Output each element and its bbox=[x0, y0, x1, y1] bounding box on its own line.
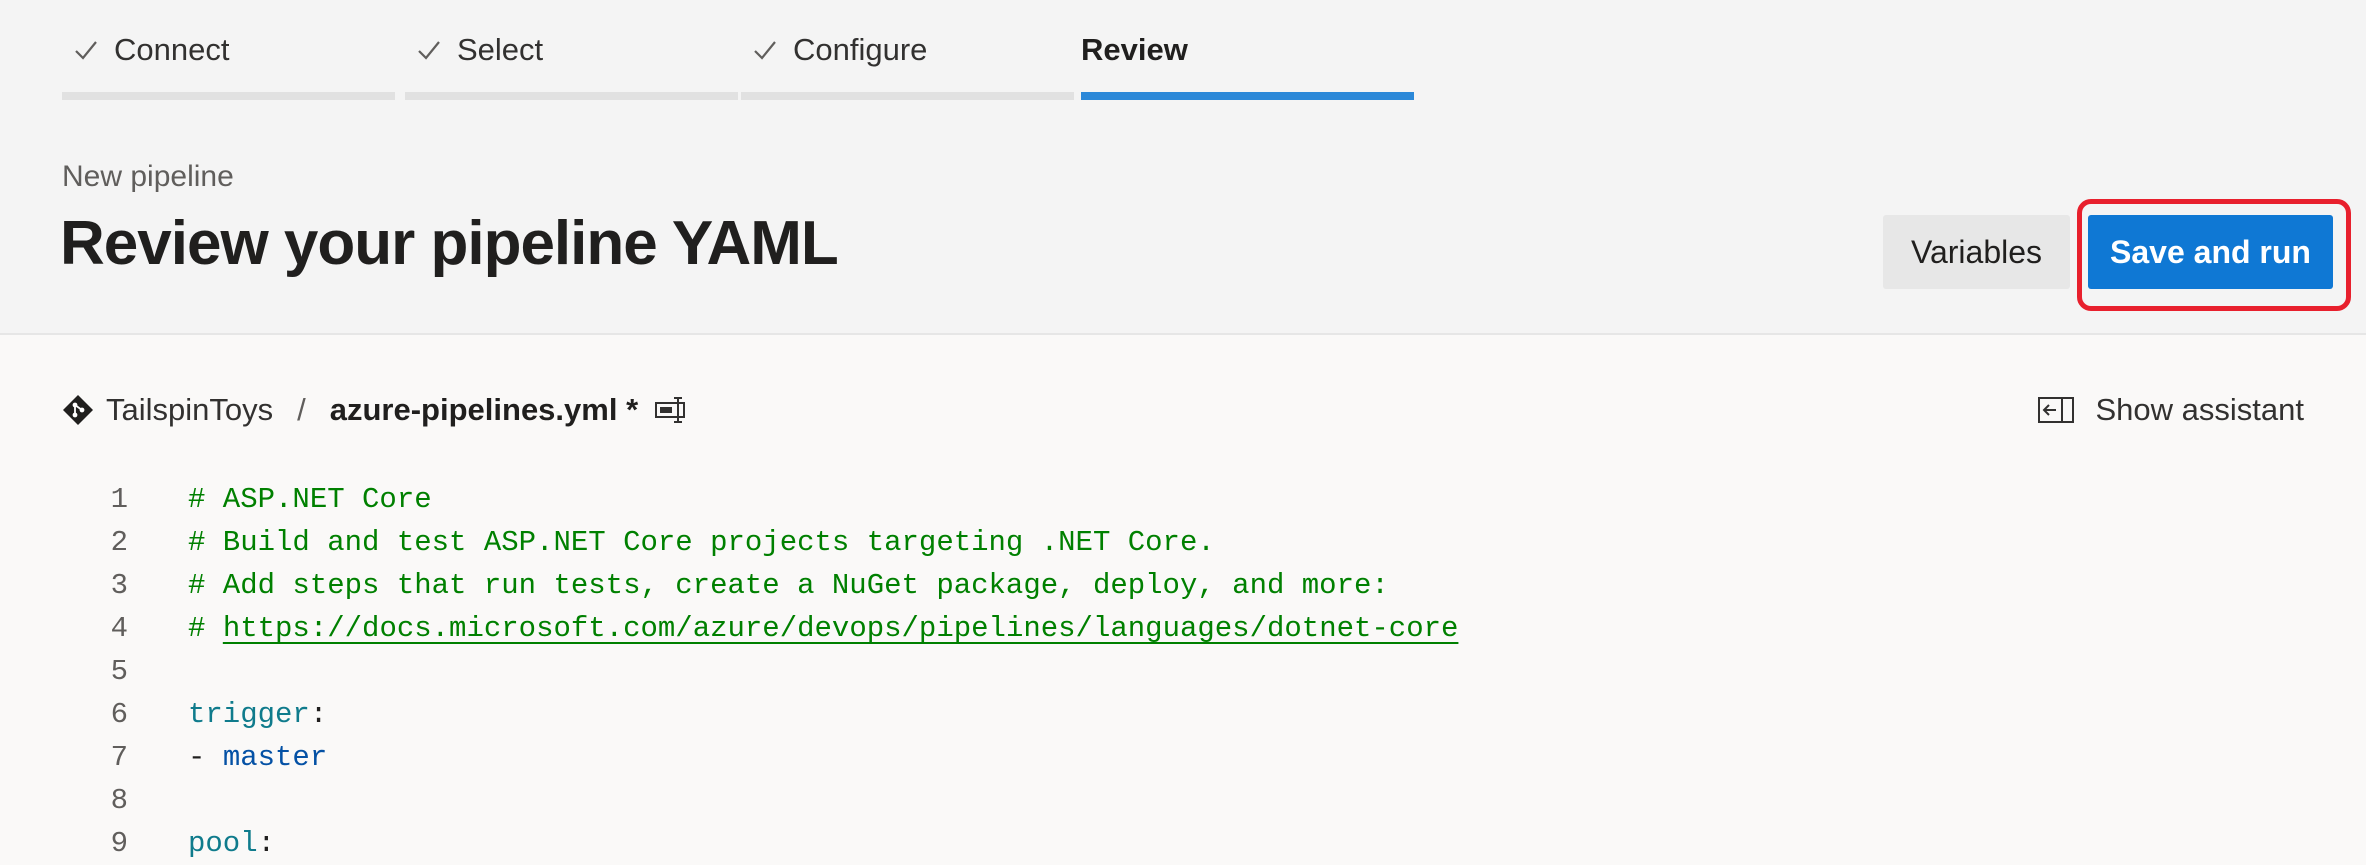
step-progress-bar bbox=[1081, 92, 1414, 100]
line-number: 4 bbox=[110, 612, 128, 645]
code-content: pool: bbox=[188, 827, 275, 860]
check-icon bbox=[754, 41, 776, 60]
show-assistant-button[interactable]: Show assistant bbox=[2037, 390, 2305, 430]
yaml-punct: : bbox=[309, 698, 328, 731]
line-number: 6 bbox=[110, 698, 128, 731]
step-select[interactable]: Select bbox=[405, 0, 738, 100]
step-label: Configure bbox=[793, 32, 928, 67]
yaml-editor[interactable]: 1 # ASP.NET Core 2 # Build and test ASP.… bbox=[0, 478, 2366, 860]
line-number: 5 bbox=[110, 655, 128, 688]
line-number: 2 bbox=[110, 526, 128, 559]
yaml-punct: : bbox=[257, 827, 276, 860]
step-configure[interactable]: Configure bbox=[741, 0, 1074, 100]
path-separator: / bbox=[297, 392, 306, 427]
line-number: 3 bbox=[110, 569, 128, 602]
yaml-value: master bbox=[222, 741, 328, 774]
code-comment: # bbox=[188, 612, 223, 645]
show-assistant-label: Show assistant bbox=[2095, 392, 2305, 427]
check-icon bbox=[418, 41, 440, 60]
step-connect[interactable]: Connect bbox=[62, 0, 395, 100]
check-icon bbox=[75, 41, 97, 60]
step-review[interactable]: Review bbox=[1081, 0, 1414, 100]
step-label: Review bbox=[1081, 32, 1188, 67]
rename-icon[interactable] bbox=[654, 394, 690, 426]
step-progress-bar bbox=[405, 92, 738, 100]
variables-button[interactable]: Variables bbox=[1883, 215, 2070, 289]
git-repo-icon bbox=[63, 395, 93, 425]
file-breadcrumb: TailspinToys / azure-pipelines.yml * bbox=[62, 390, 690, 430]
page-subtitle: New pipeline bbox=[62, 160, 234, 193]
code-comment: # ASP.NET Core bbox=[188, 483, 432, 516]
code-comment: # Add steps that run tests, create a NuG… bbox=[188, 569, 1389, 602]
repo-name[interactable]: TailspinToys bbox=[106, 392, 273, 428]
yaml-punct: - bbox=[188, 741, 223, 774]
step-label: Connect bbox=[114, 32, 230, 67]
step-label: Select bbox=[457, 32, 544, 67]
line-number: 9 bbox=[110, 827, 128, 860]
line-number: 7 bbox=[110, 741, 128, 774]
show-assistant-icon bbox=[2037, 397, 2074, 423]
yaml-key: trigger bbox=[188, 698, 310, 731]
code-content: - master bbox=[188, 741, 327, 774]
step-progress-bar bbox=[62, 92, 395, 100]
page-title: Review your pipeline YAML bbox=[60, 209, 839, 278]
docs-link[interactable]: https://docs.microsoft.com/azure/devops/… bbox=[223, 612, 1459, 645]
code-content: # https://docs.microsoft.com/azure/devop… bbox=[188, 612, 1458, 645]
line-number: 8 bbox=[110, 784, 128, 817]
step-progress-bar bbox=[741, 92, 1074, 100]
line-number: 1 bbox=[110, 483, 128, 516]
file-name: azure-pipelines.yml * bbox=[329, 392, 639, 427]
header-area: Connect Select Configure Review New pipe bbox=[0, 0, 2366, 335]
code-comment: # Build and test ASP.NET Core projects t… bbox=[188, 526, 1215, 559]
code-content: trigger: bbox=[188, 698, 327, 731]
yaml-key: pool bbox=[188, 827, 258, 860]
save-and-run-button[interactable]: Save and run bbox=[2088, 215, 2333, 289]
